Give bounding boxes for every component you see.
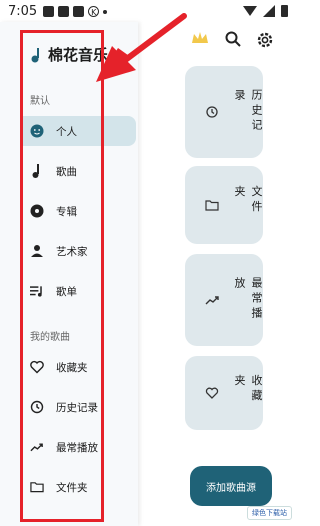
notification-icon [58, 5, 70, 17]
app-title: 棉花音乐 [48, 46, 109, 64]
drawer-item-folders[interactable]: 文件夹 [20, 472, 136, 502]
drawer-item-personal[interactable]: 个人 [20, 116, 136, 146]
card-folder[interactable]: 文件夹 [185, 166, 263, 244]
drawer-item-albums[interactable]: 专辑 [20, 196, 136, 226]
card-history[interactable]: 历史记录 [185, 66, 263, 158]
card-label: 文件夹 [233, 185, 263, 216]
album-disc-icon [30, 204, 44, 218]
drawer-item-songs[interactable]: 歌曲 [20, 156, 136, 186]
add-song-source-button[interactable]: 添加歌曲源 [190, 466, 272, 506]
section-default-label: 默认 [30, 96, 50, 107]
search-icon[interactable] [224, 30, 242, 48]
drawer-item-label: 歌曲 [56, 165, 77, 178]
drawer-item-playlists[interactable]: 歌单 [20, 276, 136, 306]
drawer-item-label: 艺术家 [56, 245, 88, 258]
trending-up-icon [30, 440, 44, 454]
status-bar: 7:05 K [0, 0, 296, 22]
drawer-header: 棉花音乐 [30, 44, 108, 65]
history-icon [206, 106, 218, 118]
status-time: 7:05 [8, 3, 38, 19]
card-most-played[interactable]: 最常播放 [185, 254, 263, 346]
trending-up-icon [205, 296, 219, 305]
artist-icon [30, 244, 44, 258]
crown-icon[interactable] [190, 30, 210, 46]
music-note-icon [30, 164, 44, 178]
heart-icon [30, 360, 44, 374]
history-icon [30, 400, 44, 414]
card-favorites[interactable]: 收藏夹 [185, 356, 263, 430]
gear-icon[interactable] [255, 30, 275, 50]
drawer-item-artists[interactable]: 艺术家 [20, 236, 136, 266]
wifi-icon [243, 6, 257, 16]
drawer-item-label: 历史记录 [56, 401, 98, 414]
notification-icon [43, 5, 55, 17]
drawer-item-label: 文件夹 [56, 481, 88, 494]
card-label: 历史记录 [233, 89, 263, 134]
battery-icon [281, 5, 288, 17]
card-label: 最常播放 [233, 277, 263, 322]
folder-icon [30, 480, 44, 494]
drawer-item-history[interactable]: 历史记录 [20, 392, 136, 422]
drawer-item-label: 专辑 [56, 205, 77, 218]
heart-icon [205, 387, 219, 399]
card-label: 收藏夹 [233, 374, 263, 405]
playlist-icon [30, 284, 44, 298]
drawer-item-label: 歌单 [56, 285, 77, 298]
notification-icons: K [43, 5, 108, 17]
notification-icon [73, 5, 85, 17]
drawer-item-favorites[interactable]: 收藏夹 [20, 352, 136, 382]
signal-icon [263, 5, 275, 17]
drawer-item-label: 个人 [56, 125, 77, 138]
music-note-icon [31, 47, 39, 62]
folder-icon [205, 200, 219, 211]
section-my-songs-label: 我的歌曲 [30, 332, 70, 343]
watermark: 绿色下载站 [247, 506, 292, 520]
dot-icon [103, 9, 108, 14]
drawer-item-label: 最常播放 [56, 441, 98, 454]
person-face-icon [30, 124, 44, 138]
drawer-item-most-played[interactable]: 最常播放 [20, 432, 136, 462]
k-icon: K [88, 5, 100, 17]
drawer-item-label: 收藏夹 [56, 361, 88, 374]
